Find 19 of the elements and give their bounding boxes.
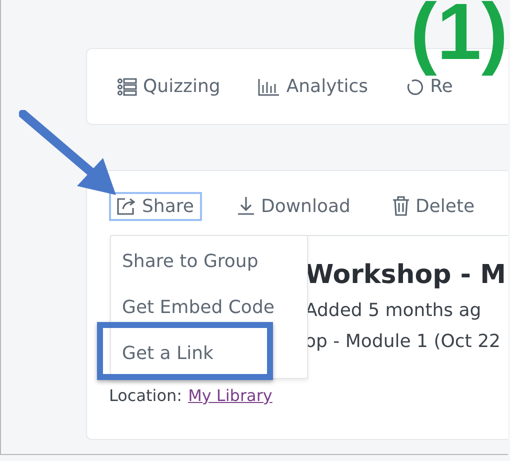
nav-tab[interactable]: Analytics (258, 76, 368, 97)
location-label: Location: (109, 386, 182, 405)
list-icon (117, 78, 137, 96)
media-title: Workshop - M (305, 260, 507, 290)
menu-item[interactable]: Get a Link (111, 330, 307, 376)
menu-item[interactable]: Get Embed Code (111, 284, 307, 330)
download-icon (236, 196, 256, 216)
toolbar-button[interactable]: Download (228, 192, 358, 220)
toolbar-button[interactable]: Delete (384, 192, 483, 220)
location-link[interactable]: My Library (188, 386, 272, 405)
nav-tab[interactable]: Re (406, 76, 453, 97)
toolbar-button[interactable]: Share (109, 192, 202, 220)
menu-item[interactable]: Share to Group (111, 238, 307, 284)
bar-chart-icon (258, 78, 280, 96)
added-date: Added 5 months ag (305, 300, 482, 321)
share-icon (117, 197, 137, 215)
nav-tab[interactable]: Quizzing (117, 76, 220, 97)
refresh-icon (406, 78, 424, 96)
trash-icon (392, 196, 410, 216)
